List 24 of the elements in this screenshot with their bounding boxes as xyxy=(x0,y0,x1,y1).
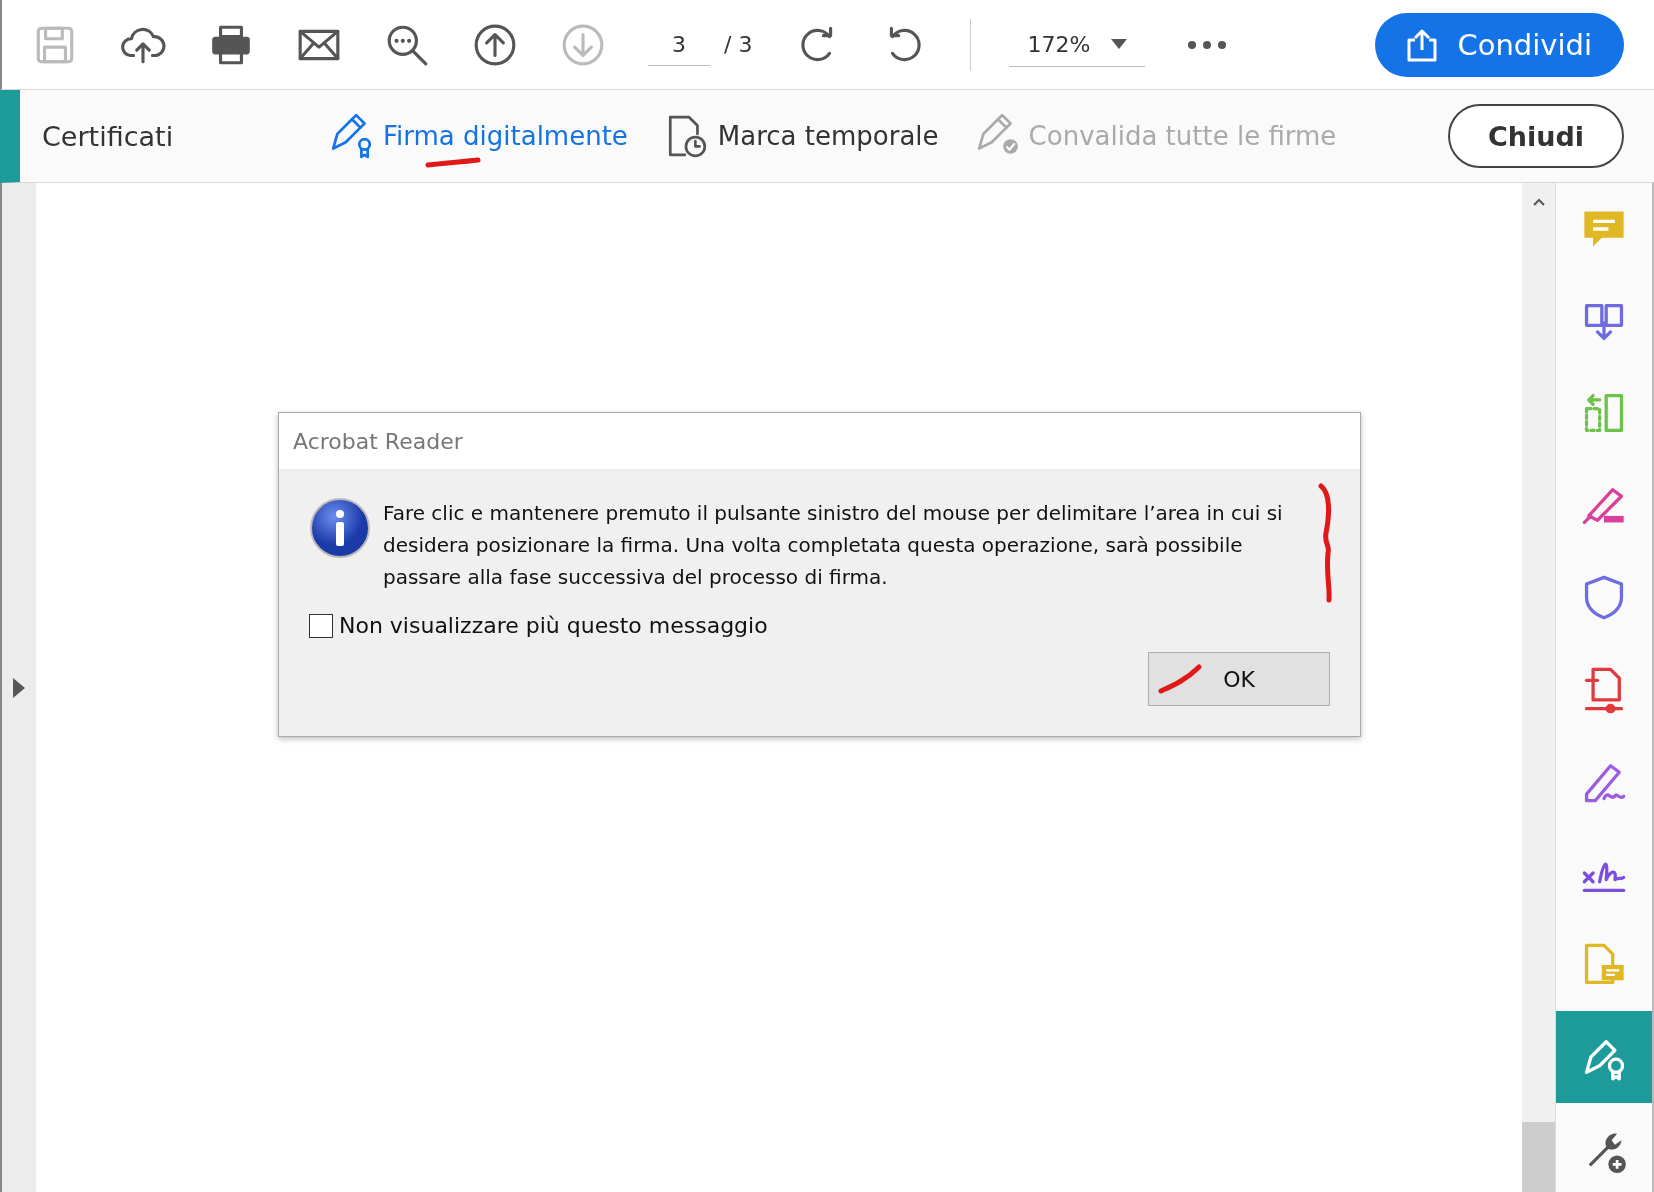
expand-arrow-icon[interactable] xyxy=(13,677,25,698)
tick-mark xyxy=(1158,664,1202,694)
sidebar-tool[interactable] xyxy=(1556,1011,1652,1103)
checkbox[interactable] xyxy=(309,613,333,638)
dialog-message: Fare clic e mantenere premuto il pulsante sinistro del mouse per delimitare l’area in cui si desidera posizionare la firma. Una volta completata questa operazione, sarà possibile passare alla fase successiva del processo di firma. xyxy=(383,500,1284,591)
ok-button[interactable]: OK xyxy=(1148,652,1330,706)
zoom-dropdown[interactable]: 172% xyxy=(1009,22,1146,67)
scroll-up-icon[interactable] xyxy=(1531,197,1546,207)
page-total: / 3 xyxy=(724,32,753,57)
zoom-value: 172% xyxy=(1027,31,1091,57)
info-icon xyxy=(309,497,371,559)
certificate-tool-button[interactable]: Firma digitalmente xyxy=(329,113,628,159)
scrollbar-thumb[interactable] xyxy=(1522,1122,1555,1192)
share-button[interactable]: Condividi xyxy=(1375,12,1624,77)
dialog-title: Acrobat Reader xyxy=(279,413,1360,469)
page-number-field[interactable]: 3 xyxy=(648,23,710,66)
underline-mark xyxy=(425,157,481,169)
checkbox-label[interactable]: Non visualizzare più questo messaggio xyxy=(339,613,768,638)
more-icon[interactable] xyxy=(1187,39,1228,50)
caret-icon xyxy=(1111,39,1128,49)
share-icon xyxy=(1405,27,1440,62)
certificate-tool-button[interactable]: Marca temporale xyxy=(663,113,939,159)
tool-title: Certificati xyxy=(42,120,175,152)
close-button[interactable]: Chiudi xyxy=(1447,104,1624,168)
